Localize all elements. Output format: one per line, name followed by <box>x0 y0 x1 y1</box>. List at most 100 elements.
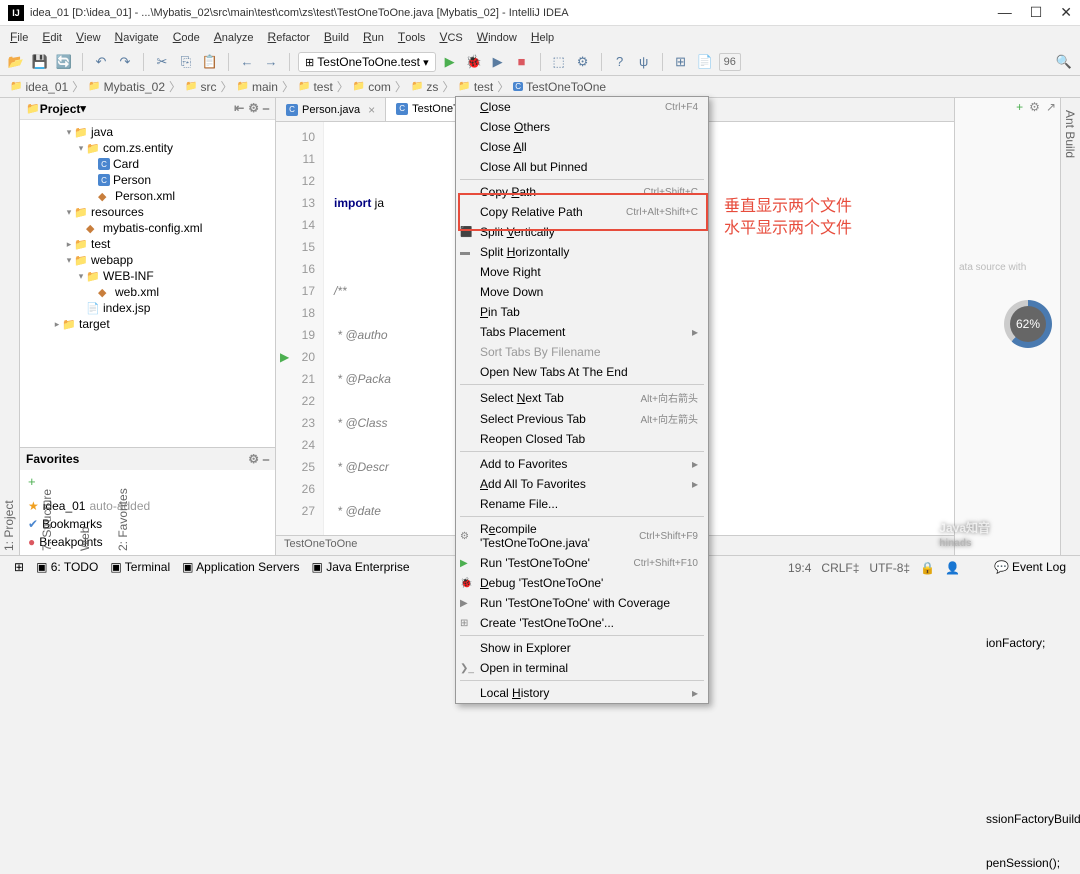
run-button[interactable]: ▶ <box>440 52 460 72</box>
context-menu-item[interactable]: ⬛Split Vertically <box>456 222 708 242</box>
file-tab[interactable]: CPerson.java× <box>276 98 386 121</box>
tree-item[interactable]: ▸📁target <box>20 316 275 332</box>
inspector-icon[interactable]: 👤 <box>945 561 960 575</box>
breadcrumb-item[interactable]: 📁idea_01 <box>6 80 72 94</box>
copy-icon[interactable]: ⎘ <box>176 52 196 72</box>
cut-icon[interactable]: ✂ <box>152 52 172 72</box>
menu-refactor[interactable]: Refactor <box>262 28 316 46</box>
tree-item[interactable]: ◆web.xml <box>20 284 275 300</box>
editor-tab-context-menu[interactable]: CloseCtrl+F4Close OthersClose AllClose A… <box>455 96 709 704</box>
context-menu-item[interactable]: Move Right <box>456 262 708 282</box>
context-menu-item[interactable]: Show in Explorer <box>456 638 708 658</box>
favorite-item[interactable]: ● Breakpoints <box>28 533 267 551</box>
left-strip-tab[interactable]: 7: Structure <box>38 106 56 555</box>
tree-item[interactable]: ◆Person.xml <box>20 188 275 204</box>
file-encoding[interactable]: UTF-8‡ <box>869 561 910 575</box>
add-favorite-icon[interactable]: + <box>20 470 275 493</box>
find-icon[interactable]: 📄 <box>695 52 715 72</box>
favorite-item[interactable]: ★ idea_01 auto-added <box>28 497 267 515</box>
context-menu-item[interactable]: Tabs Placement▸ <box>456 322 708 342</box>
tree-item[interactable]: ▾📁java <box>20 124 275 140</box>
sb-event-log[interactable]: 💬 Event Log <box>988 560 1072 574</box>
settings-icon[interactable]: ⚙ <box>573 52 593 72</box>
context-menu-item[interactable]: Close All but Pinned <box>456 157 708 177</box>
context-menu-item[interactable]: Close All <box>456 137 708 157</box>
context-menu-item[interactable]: Select Next TabAlt+向右箭头 <box>456 387 708 408</box>
sb-toggle-icon[interactable]: ⊞ <box>8 560 30 574</box>
statusbar-item[interactable]: ▣ Application Servers <box>176 560 305 574</box>
left-strip-tab[interactable]: 2: Favorites <box>114 106 132 555</box>
context-menu-item[interactable]: Select Previous TabAlt+向左箭头 <box>456 408 708 429</box>
debug-button[interactable]: 🐞 <box>464 52 484 72</box>
context-menu-item[interactable]: ⊞Create 'TestOneToOne'... <box>456 613 708 633</box>
context-menu-item[interactable]: CloseCtrl+F4 <box>456 97 708 117</box>
fav-settings-icon[interactable]: ⚙ <box>248 452 259 467</box>
paste-icon[interactable]: 📋 <box>200 52 220 72</box>
project-structure-icon[interactable]: ⬚ <box>549 52 569 72</box>
project-collapse-icon[interactable]: ⇤ <box>234 101 244 116</box>
tree-item[interactable]: ▾📁resources <box>20 204 275 220</box>
minimize-button[interactable]: — <box>998 4 1012 21</box>
tree-item[interactable]: CPerson <box>20 172 275 188</box>
tree-item[interactable]: ▾📁WEB-INF <box>20 268 275 284</box>
psi-icon[interactable]: ψ <box>634 52 654 72</box>
project-settings-icon[interactable]: ⚙ <box>248 101 259 116</box>
redo-icon[interactable]: ↷ <box>115 52 135 72</box>
back-icon[interactable]: ← <box>237 52 257 72</box>
statusbar-item[interactable]: ▣ 6: TODO <box>30 560 104 574</box>
project-hide-icon[interactable]: ⎯ <box>263 101 269 116</box>
context-menu-item[interactable]: Pin Tab <box>456 302 708 322</box>
context-menu-item[interactable]: ▬Split Horizontally <box>456 242 708 262</box>
undo-icon[interactable]: ↶ <box>91 52 111 72</box>
breadcrumb-item[interactable]: 📁test <box>454 80 497 94</box>
panel-arrow-icon[interactable]: ↗ <box>1046 100 1056 114</box>
context-menu-item[interactable]: Rename File... <box>456 494 708 514</box>
left-strip-tab[interactable]: Web <box>76 106 94 555</box>
left-strip-tab[interactable]: 1: Project <box>0 106 18 555</box>
save-icon[interactable]: 💾 <box>30 52 50 72</box>
menu-tools[interactable]: Tools <box>392 28 432 46</box>
run-config-dropdown[interactable]: ⊞ TestOneToOne.test ▾ <box>298 52 436 72</box>
context-menu-item[interactable]: ▶Run 'TestOneToOne'Ctrl+Shift+F10 <box>456 553 708 573</box>
cursor-position[interactable]: 19:4 <box>788 561 811 575</box>
menu-run[interactable]: Run <box>357 28 390 46</box>
panel-plus-icon[interactable]: + <box>1016 100 1023 114</box>
context-menu-item[interactable]: 🐞Debug 'TestOneToOne' <box>456 573 708 593</box>
menu-file[interactable]: File <box>4 28 34 46</box>
menu-build[interactable]: Build <box>318 28 355 46</box>
close-button[interactable]: ✕ <box>1060 4 1072 21</box>
context-menu-item[interactable]: ▶Run 'TestOneToOne' with Coverage <box>456 593 708 613</box>
breadcrumb-item[interactable]: 📁src <box>181 80 220 94</box>
project-tree[interactable]: ▾📁java▾📁com.zs.entityCCardCPerson◆Person… <box>20 120 275 447</box>
menu-window[interactable]: Window <box>471 28 523 46</box>
context-menu-item[interactable]: Add All To Favorites▸ <box>456 474 708 494</box>
right-strip-tab[interactable]: Ant Build <box>1061 106 1079 555</box>
menu-code[interactable]: Code <box>167 28 206 46</box>
context-menu-item[interactable]: Close Others <box>456 117 708 137</box>
breadcrumb-item[interactable]: 📁main <box>233 80 282 94</box>
coverage-button[interactable]: ▶ <box>488 52 508 72</box>
breadcrumb-item[interactable]: CTestOneToOne <box>509 80 610 94</box>
context-menu-item[interactable]: Copy Relative PathCtrl+Alt+Shift+C <box>456 202 708 222</box>
maximize-button[interactable]: ☐ <box>1030 4 1043 21</box>
favorite-item[interactable]: ✔ Bookmarks <box>28 515 267 533</box>
search-everywhere-icon[interactable]: 🔍 <box>1054 52 1074 72</box>
menu-vcs[interactable]: VCS <box>433 28 468 46</box>
help-icon[interactable]: ? <box>610 52 630 72</box>
toggle-icon[interactable]: ⊞ <box>671 52 691 72</box>
context-menu-item[interactable]: Local History▸ <box>456 683 708 703</box>
tree-item[interactable]: 📄index.jsp <box>20 300 275 316</box>
menu-edit[interactable]: Edit <box>36 28 68 46</box>
breadcrumb-item[interactable]: 📁test <box>294 80 337 94</box>
statusbar-item[interactable]: ▣ Terminal <box>104 560 176 574</box>
tree-item[interactable]: ▸📁test <box>20 236 275 252</box>
context-menu-item[interactable]: Reopen Closed Tab <box>456 429 708 449</box>
breadcrumb-item[interactable]: 📁zs <box>407 80 442 94</box>
panel-gear-icon[interactable]: ⚙ <box>1029 100 1040 114</box>
menu-view[interactable]: View <box>70 28 107 46</box>
tree-item[interactable]: CCard <box>20 156 275 172</box>
context-menu-item[interactable]: ❯_Open in terminal <box>456 658 708 678</box>
context-menu-item[interactable]: Open New Tabs At The End <box>456 362 708 382</box>
fav-hide-icon[interactable]: ⎯ <box>263 452 269 467</box>
context-menu-item[interactable]: ⚙Recompile 'TestOneToOne.java'Ctrl+Shift… <box>456 519 708 553</box>
